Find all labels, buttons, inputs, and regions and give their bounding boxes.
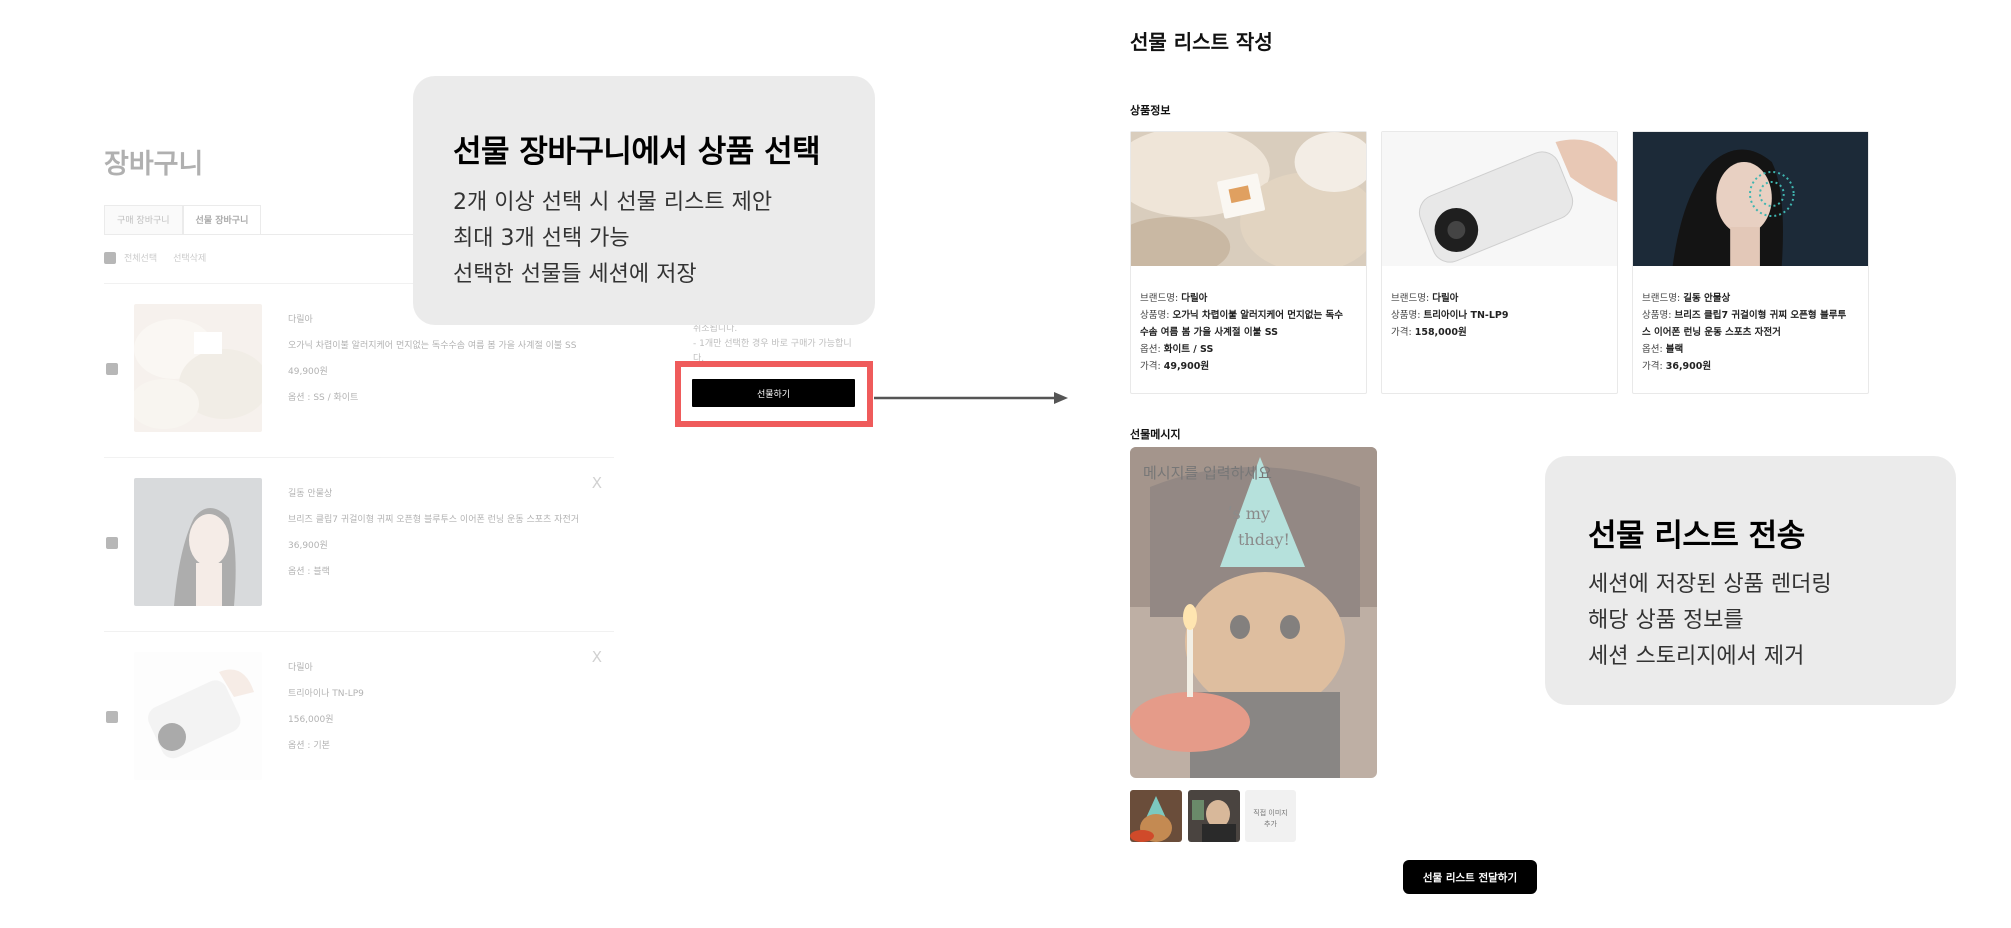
item-info: 다릴아 트리아이나 TN-LP9 156,000원 옵션 : 기본 bbox=[288, 664, 364, 768]
callout-line: 세션 스토리지에서 제거 bbox=[1588, 644, 1805, 669]
callout-line: 해당 상품 정보를 bbox=[1588, 608, 1744, 633]
name-label: 상품명: bbox=[1642, 310, 1672, 321]
product-card[interactable]: 브랜드명: 다릴아 상품명: 오가닉 차렵이불 알러지케어 먼지없는 독수 수솜… bbox=[1111, 127, 1379, 395]
option-label: 옵션: bbox=[1140, 344, 1161, 355]
product-image-blanket bbox=[1111, 127, 1379, 277]
item-brand: 다릴아 bbox=[288, 663, 313, 673]
item-price: 156,000원 bbox=[288, 715, 334, 725]
product-option: 블랙 bbox=[1665, 344, 1684, 355]
price-label: 가격: bbox=[1642, 361, 1663, 372]
brand-label: 브랜드명: bbox=[1140, 293, 1179, 304]
item-checkbox[interactable] bbox=[106, 363, 118, 375]
item-price: 49,900원 bbox=[288, 367, 328, 377]
card-text: thday! bbox=[1238, 530, 1290, 549]
tab-purchase-cart[interactable]: 구매 장바구니 bbox=[104, 205, 183, 235]
message-input[interactable]: 메시지를 입력하세요 bbox=[1143, 462, 1272, 483]
callout-line: 선택한 선물들 세션에 저장 bbox=[453, 262, 697, 287]
tab-gift-cart[interactable]: 선물 장바구니 bbox=[182, 205, 262, 235]
divider bbox=[104, 631, 614, 632]
name-label: 상품명: bbox=[1140, 310, 1170, 321]
thumbnail-image bbox=[1188, 790, 1240, 842]
gift-message-label: 선물메시지 bbox=[1130, 428, 1181, 441]
arrow-right-icon bbox=[874, 392, 1068, 404]
item-checkbox[interactable] bbox=[106, 537, 118, 549]
callout-line: 최대 3개 선택 가능 bbox=[453, 226, 630, 251]
remove-item-icon[interactable]: X bbox=[592, 648, 602, 666]
thumbnail-image bbox=[1130, 790, 1182, 842]
product-brand: 길동 안물상 bbox=[1683, 293, 1731, 304]
send-gift-list-button[interactable]: 선물 리스트 전달하기 bbox=[1403, 860, 1537, 894]
card-text: ʹs my bbox=[1228, 504, 1270, 523]
item-name[interactable]: 트리아이나 TN-LP9 bbox=[288, 690, 364, 699]
product-image-earphone[interactable] bbox=[134, 478, 262, 606]
page-title: 선물 리스트 작성 bbox=[1130, 30, 1273, 54]
message-card-image[interactable]: ʹs my thday! bbox=[1130, 447, 1377, 778]
item-brand: 길동 안물상 bbox=[288, 489, 333, 499]
product-price: 36,900원 bbox=[1665, 361, 1712, 372]
brand-label: 브랜드명: bbox=[1391, 293, 1430, 304]
delete-selected-button[interactable]: 선택삭제 bbox=[173, 251, 206, 264]
cart-tabs: 구매 장바구니 선물 장바구니 bbox=[104, 205, 262, 235]
callout-title: 선물 장바구니에서 상품 선택 bbox=[453, 134, 821, 170]
item-name[interactable]: 오가닉 차렵이불 알러지케어 먼지없는 독수수솜 여름 봄 가을 사계절 이불 … bbox=[288, 342, 576, 351]
select-all-checkbox[interactable] bbox=[104, 251, 116, 264]
product-price: 158,000원 bbox=[1414, 327, 1467, 338]
message-thumbnail[interactable] bbox=[1130, 790, 1182, 842]
product-name: 오가닉 차렵이불 알러지케어 먼지없는 독수 bbox=[1172, 310, 1344, 321]
brand-label: 브랜드명: bbox=[1642, 293, 1681, 304]
remove-item-icon[interactable]: X bbox=[592, 474, 602, 492]
cart-item: 다릴아 트리아이나 TN-LP9 156,000원 옵션 : 기본 X bbox=[104, 648, 614, 782]
product-name: 브리즈 클립7 귀걸이형 귀찌 오픈형 블루투 bbox=[1674, 310, 1847, 321]
product-info: 브랜드명: 다릴아 상품명: 트리아이나 TN-LP9 가격: 158,000원 bbox=[1382, 270, 1617, 361]
item-option: 옵션 : SS / 화이트 bbox=[288, 393, 359, 403]
price-label: 가격: bbox=[1391, 327, 1412, 338]
option-label: 옵션: bbox=[1642, 344, 1663, 355]
product-name-cont: 스 이어폰 런닝 운동 스포츠 자전거 bbox=[1642, 327, 1781, 338]
cart-title: 장바구니 bbox=[104, 149, 204, 180]
select-row: 전체선택 선택삭제 bbox=[104, 251, 206, 264]
product-card[interactable]: 브랜드명: 길동 안물상 상품명: 브리즈 클립7 귀걸이형 귀찌 오픈형 블루… bbox=[1632, 131, 1869, 394]
callout-send-list: 선물 리스트 전송 세션에 저장된 상품 렌더링 해당 상품 정보를 세션 스토… bbox=[1545, 456, 1956, 705]
item-price: 36,900원 bbox=[288, 541, 328, 551]
product-info: 브랜드명: 길동 안물상 상품명: 브리즈 클립7 귀걸이형 귀찌 오픈형 블루… bbox=[1633, 270, 1868, 395]
product-name: 트리아이나 TN-LP9 bbox=[1423, 310, 1509, 321]
product-card[interactable]: 브랜드명: 다릴아 상품명: 트리아이나 TN-LP9 가격: 158,000원 bbox=[1381, 131, 1618, 394]
callout-line: 2개 이상 선택 시 선물 리스트 제안 bbox=[453, 190, 773, 215]
product-info-label: 상품정보 bbox=[1130, 104, 1171, 117]
product-image-projector bbox=[1382, 132, 1617, 266]
select-all-label[interactable]: 전체선택 bbox=[124, 251, 157, 264]
product-info: 브랜드명: 다릴아 상품명: 오가닉 차렵이불 알러지케어 먼지없는 독수 수솜… bbox=[1131, 270, 1366, 395]
callout-line: 세션에 저장된 상품 렌더링 bbox=[1588, 572, 1832, 597]
callout-select-products: 선물 장바구니에서 상품 선택 2개 이상 선택 시 선물 리스트 제안 최대 … bbox=[413, 76, 875, 325]
product-price: 49,900원 bbox=[1163, 361, 1210, 372]
add-image-button[interactable]: 직접 이미지 추가 bbox=[1245, 790, 1296, 842]
divider bbox=[104, 457, 614, 458]
product-brand: 다릴아 bbox=[1432, 293, 1459, 304]
product-brand: 다릴아 bbox=[1181, 293, 1208, 304]
item-name[interactable]: 브리즈 클립7 귀걸이형 귀찌 오픈형 블루투스 이어폰 런닝 운동 스포츠 자… bbox=[288, 516, 579, 525]
product-option: 화이트 / SS bbox=[1163, 344, 1214, 355]
product-image-earphone bbox=[1633, 132, 1868, 266]
notice-line: - 1개만 선택한 경우 바로 구매가 가능합니 bbox=[693, 339, 852, 349]
product-image-projector[interactable] bbox=[134, 652, 262, 780]
item-option: 옵션 : 기본 bbox=[288, 741, 330, 751]
item-option: 옵션 : 블랙 bbox=[288, 567, 330, 577]
highlight-box bbox=[675, 361, 873, 427]
price-label: 가격: bbox=[1140, 361, 1161, 372]
item-info: 다릴아 오가닉 차렵이불 알러지케어 먼지없는 독수수솜 여름 봄 가을 사계절… bbox=[288, 316, 576, 420]
item-checkbox[interactable] bbox=[106, 711, 118, 723]
callout-title: 선물 리스트 전송 bbox=[1588, 518, 1805, 554]
item-info: 길동 안물상 브리즈 클립7 귀걸이형 귀찌 오픈형 블루투스 이어폰 런닝 운… bbox=[288, 490, 579, 594]
product-name-cont: 수솜 여름 봄 가을 사계절 이불 SS bbox=[1140, 327, 1278, 338]
message-thumbnail[interactable] bbox=[1188, 790, 1240, 842]
add-image-label: 직접 이미지 bbox=[1253, 809, 1288, 817]
cart-item: 길동 안물상 브리즈 클립7 귀걸이형 귀찌 오픈형 블루투스 이어폰 런닝 운… bbox=[104, 474, 614, 608]
product-image-blanket[interactable] bbox=[134, 304, 262, 432]
add-image-label: 추가 bbox=[1264, 820, 1277, 828]
name-label: 상품명: bbox=[1391, 310, 1421, 321]
